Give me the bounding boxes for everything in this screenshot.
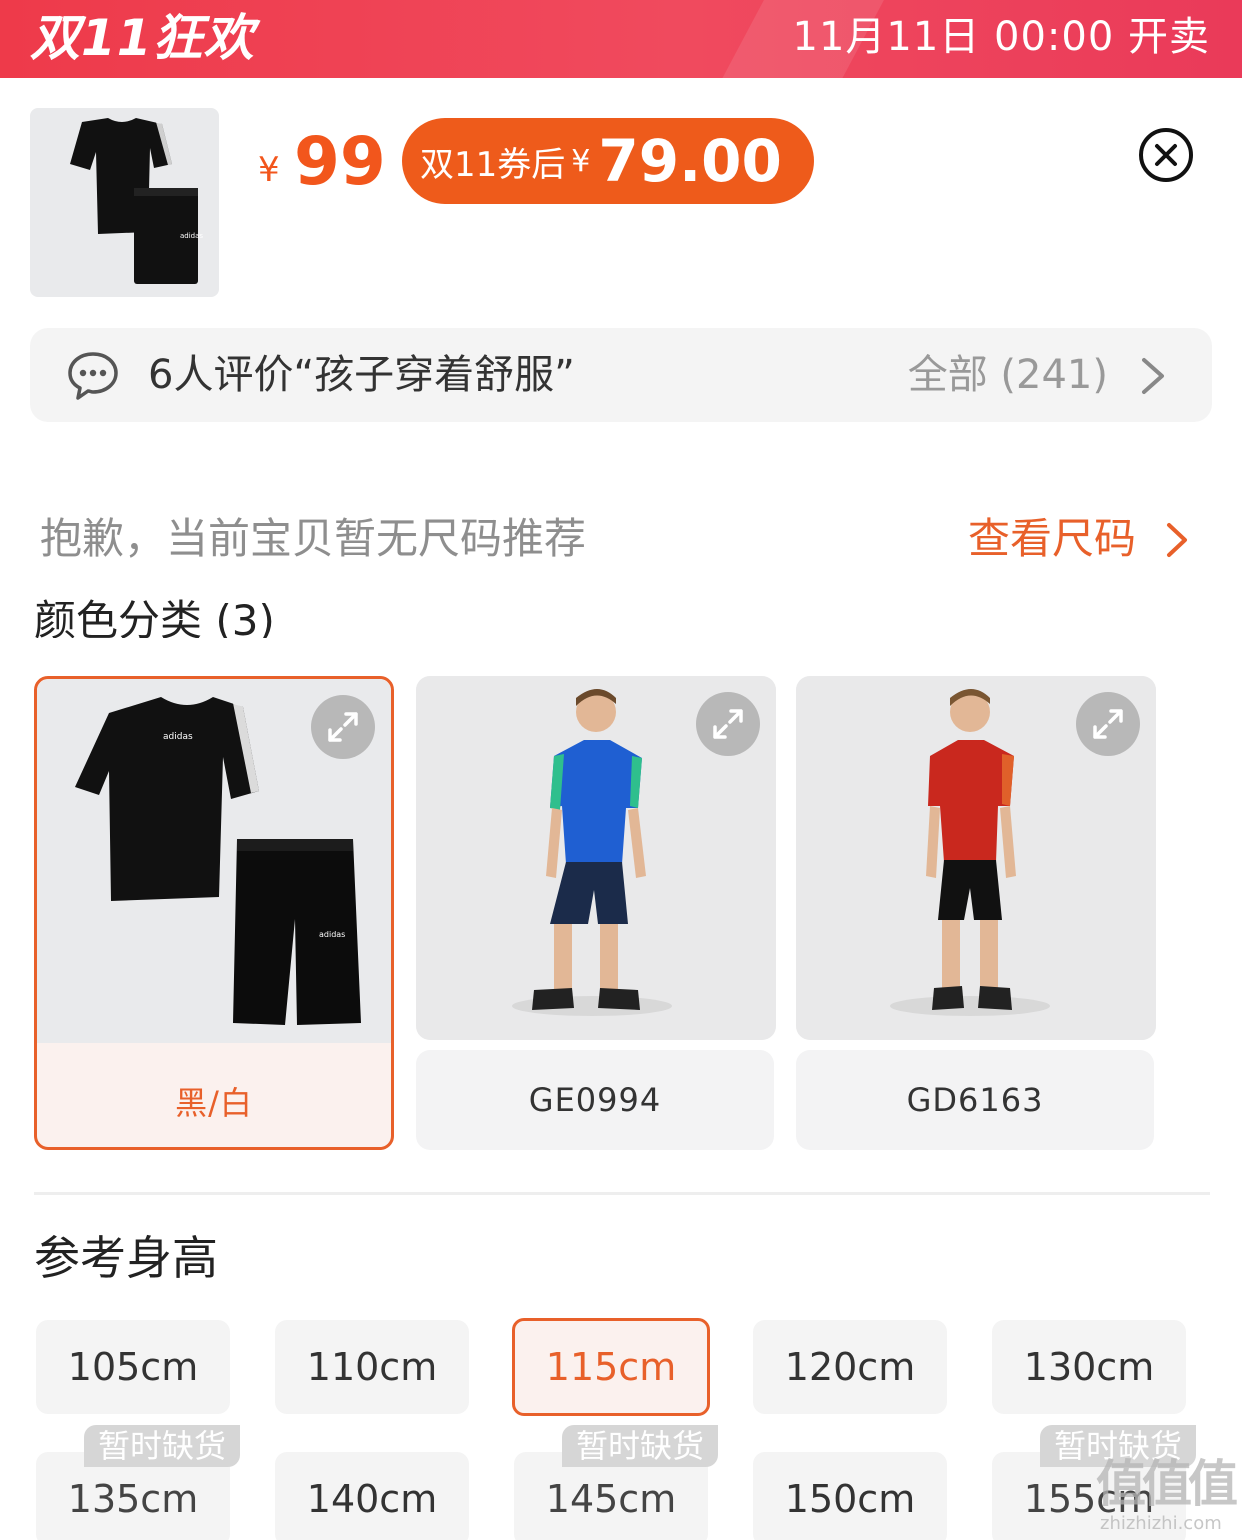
expand-image-button[interactable] [1076, 692, 1140, 756]
watermark-brand: 值值值 [1096, 1455, 1238, 1513]
coupon-currency: ¥ [571, 143, 591, 179]
size-chip-120cm[interactable]: 120cm [753, 1320, 947, 1414]
color-option-label: 黑/白 [175, 1084, 253, 1122]
sale-time: 11月11日 00:00 开卖 [792, 14, 1210, 60]
coupon-label: 双11券后 [420, 144, 566, 185]
expand-arrows-icon [713, 709, 743, 739]
color-option-label-panel[interactable]: GE0994 [416, 1050, 774, 1150]
size-recommendation-message: 抱歉，当前宝贝暂无尺码推荐 [40, 514, 587, 563]
color-option-label: GD6163 [906, 1081, 1044, 1119]
color-option-black-white[interactable]: adidas adidas 黑/白 [34, 676, 394, 1150]
svg-text:adidas: adidas [319, 930, 345, 939]
view-size-chart-link[interactable]: 查看尺码 [968, 512, 1136, 566]
color-section-title-wrapper: 颜色分类 (3) [34, 586, 434, 638]
review-summary-text: 6人评价“孩子穿着舒服” [148, 352, 575, 398]
size-chip-110cm[interactable]: 110cm [275, 1320, 469, 1414]
price-currency: ¥ [258, 150, 280, 190]
section-divider [34, 1192, 1210, 1195]
chevron-right-icon [1142, 358, 1164, 394]
review-summary-bar[interactable]: 6人评价“孩子穿着舒服” 全部 (241) [30, 328, 1212, 422]
close-icon [1155, 144, 1177, 166]
banner-title: 双11狂欢 [30, 9, 255, 67]
expand-arrows-icon [328, 712, 358, 742]
color-option-gd6163[interactable] [796, 676, 1156, 1040]
svg-text:adidas: adidas [163, 732, 193, 742]
color-option-label: GE0994 [528, 1081, 662, 1119]
color-option-ge0994[interactable] [416, 676, 776, 1040]
site-watermark: 值值值 zhizhizhi.com [1096, 1454, 1238, 1534]
coupon-price-badge: 双11券后 ¥ 79.00 [402, 118, 814, 204]
close-button[interactable] [1139, 128, 1193, 182]
black-tshirt-shorts-set-image: adidas [70, 118, 203, 284]
coupon-price: 79.00 [598, 127, 782, 195]
promo-banner: 双11狂欢 11月11日 00:00 开卖 [0, 0, 1242, 78]
svg-text:adidas: adidas [180, 232, 203, 240]
size-chip-150cm[interactable]: 150cm [753, 1452, 947, 1540]
expand-image-button[interactable] [696, 692, 760, 756]
height-section-title: 参考身高 [34, 1231, 218, 1285]
color-option-label-panel[interactable]: GD6163 [796, 1050, 1154, 1150]
out-of-stock-tag: 暂时缺货 [84, 1425, 241, 1467]
product-thumbnail[interactable]: adidas [30, 108, 219, 297]
watermark-domain: zhizhizhi.com [1100, 1513, 1222, 1534]
size-chip-130cm[interactable]: 130cm [992, 1320, 1186, 1414]
expand-arrows-icon [1093, 709, 1123, 739]
size-chip-140cm[interactable]: 140cm [275, 1452, 469, 1540]
out-of-stock-tag: 暂时缺货 [562, 1425, 719, 1467]
all-reviews-link[interactable]: 全部 (241) [908, 350, 1108, 400]
chevron-right-icon[interactable] [1164, 520, 1190, 560]
chat-bubble-icon [68, 352, 118, 400]
color-section-title: 颜色分类 (3) [34, 596, 275, 638]
size-chip-105cm[interactable]: 105cm [36, 1320, 230, 1414]
size-chip-115cm[interactable]: 115cm [512, 1318, 710, 1416]
price-value: 99 [294, 123, 386, 200]
expand-image-button[interactable] [311, 695, 375, 759]
